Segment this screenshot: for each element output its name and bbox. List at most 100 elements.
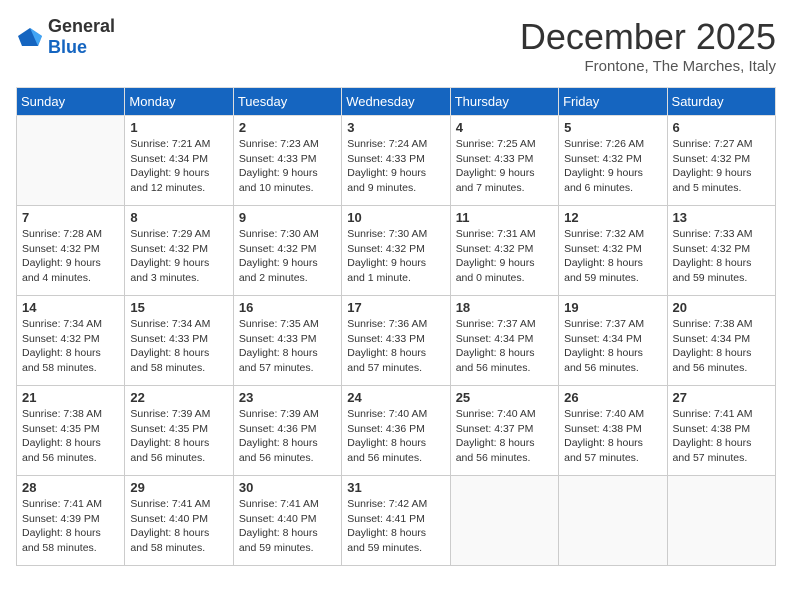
cell-info: Sunrise: 7:33 AMSunset: 4:32 PMDaylight:… xyxy=(673,227,770,286)
cell-info: Sunrise: 7:41 AMSunset: 4:40 PMDaylight:… xyxy=(130,497,227,556)
day-number: 15 xyxy=(130,300,227,315)
day-of-week-header: Saturday xyxy=(667,88,775,116)
day-number: 7 xyxy=(22,210,119,225)
cell-info: Sunrise: 7:41 AMSunset: 4:39 PMDaylight:… xyxy=(22,497,119,556)
title-area: December 2025 Frontone, The Marches, Ita… xyxy=(520,16,776,75)
cell-info: Sunrise: 7:39 AMSunset: 4:36 PMDaylight:… xyxy=(239,407,336,466)
calendar-cell: 31 Sunrise: 7:42 AMSunset: 4:41 PMDayligh… xyxy=(342,476,450,566)
calendar-cell: 23Sunrise: 7:39 AMSunset: 4:36 PMDayligh… xyxy=(233,386,341,476)
day-number: 25 xyxy=(456,390,553,405)
cell-info: Sunrise: 7:38 AMSunset: 4:35 PMDaylight:… xyxy=(22,407,119,466)
day-number: 19 xyxy=(564,300,661,315)
day-number: 10 xyxy=(347,210,444,225)
cell-info: Sunrise: 7:36 AMSunset: 4:33 PMDaylight:… xyxy=(347,317,444,376)
cell-info: Sunrise: 7:23 AMSunset: 4:33 PMDaylight:… xyxy=(239,137,336,196)
logo-general: General xyxy=(48,16,115,36)
calendar-cell: 27 Sunrise: 7:41 AMSunset: 4:38 PMDayligh… xyxy=(667,386,775,476)
cell-info: Sunrise: 7:34 AMSunset: 4:33 PMDaylight:… xyxy=(130,317,227,376)
calendar-cell: 2 Sunrise: 7:23 AMSunset: 4:33 PMDaylight… xyxy=(233,116,341,206)
calendar-cell: 21 Sunrise: 7:38 AMSunset: 4:35 PMDayligh… xyxy=(17,386,125,476)
cell-info: Sunrise: 7:27 AMSunset: 4:32 PMDaylight:… xyxy=(673,137,770,196)
calendar-week-row: 21 Sunrise: 7:38 AMSunset: 4:35 PMDayligh… xyxy=(17,386,776,476)
cell-info: Sunrise: 7:41 AMSunset: 4:40 PMDaylight:… xyxy=(239,497,336,556)
cell-info: Sunrise: 7:24 AMSunset: 4:33 PMDaylight:… xyxy=(347,137,444,196)
day-number: 28 xyxy=(22,480,119,495)
calendar-cell: 5Sunrise: 7:26 AMSunset: 4:32 PMDaylight… xyxy=(559,116,667,206)
location-subtitle: Frontone, The Marches, Italy xyxy=(520,58,776,75)
day-number: 13 xyxy=(673,210,770,225)
cell-info: Sunrise: 7:30 AMSunset: 4:32 PMDaylight:… xyxy=(347,227,444,286)
day-number: 9 xyxy=(239,210,336,225)
cell-info: Sunrise: 7:32 AMSunset: 4:32 PMDaylight:… xyxy=(564,227,661,286)
calendar-cell: 11 Sunrise: 7:31 AMSunset: 4:32 PMDayligh… xyxy=(450,206,558,296)
day-of-week-header: Sunday xyxy=(17,88,125,116)
calendar-cell: 1Sunrise: 7:21 AMSunset: 4:34 PMDaylight… xyxy=(125,116,233,206)
calendar-cell xyxy=(17,116,125,206)
day-number: 2 xyxy=(239,120,336,135)
cell-info: Sunrise: 7:28 AMSunset: 4:32 PMDaylight:… xyxy=(22,227,119,286)
day-number: 22 xyxy=(130,390,227,405)
day-number: 21 xyxy=(22,390,119,405)
calendar-week-row: 14Sunrise: 7:34 AMSunset: 4:32 PMDayligh… xyxy=(17,296,776,386)
cell-info: Sunrise: 7:29 AMSunset: 4:32 PMDaylight:… xyxy=(130,227,227,286)
logo-icon xyxy=(16,26,44,48)
calendar-week-row: 1Sunrise: 7:21 AMSunset: 4:34 PMDaylight… xyxy=(17,116,776,206)
calendar-week-row: 28 Sunrise: 7:41 AMSunset: 4:39 PMDayligh… xyxy=(17,476,776,566)
cell-info: Sunrise: 7:31 AMSunset: 4:32 PMDaylight:… xyxy=(456,227,553,286)
day-number: 8 xyxy=(130,210,227,225)
day-number: 31 xyxy=(347,480,444,495)
calendar-cell: 3Sunrise: 7:24 AMSunset: 4:33 PMDaylight… xyxy=(342,116,450,206)
calendar-cell: 22 Sunrise: 7:39 AMSunset: 4:35 PMDayligh… xyxy=(125,386,233,476)
cell-info: Sunrise: 7:40 AMSunset: 4:38 PMDaylight:… xyxy=(564,407,661,466)
day-number: 6 xyxy=(673,120,770,135)
calendar-week-row: 7 Sunrise: 7:28 AMSunset: 4:32 PMDaylight… xyxy=(17,206,776,296)
logo-blue: Blue xyxy=(48,37,87,57)
cell-info: Sunrise: 7:37 AMSunset: 4:34 PMDaylight:… xyxy=(564,317,661,376)
day-number: 17 xyxy=(347,300,444,315)
cell-info: Sunrise: 7:25 AMSunset: 4:33 PMDaylight:… xyxy=(456,137,553,196)
calendar-header-row: SundayMondayTuesdayWednesdayThursdayFrid… xyxy=(17,88,776,116)
day-of-week-header: Tuesday xyxy=(233,88,341,116)
calendar-cell: 20Sunrise: 7:38 AMSunset: 4:34 PMDayligh… xyxy=(667,296,775,386)
calendar-cell: 8 Sunrise: 7:29 AMSunset: 4:32 PMDaylight… xyxy=(125,206,233,296)
calendar-cell: 16 Sunrise: 7:35 AMSunset: 4:33 PMDayligh… xyxy=(233,296,341,386)
calendar-cell xyxy=(667,476,775,566)
cell-info: Sunrise: 7:39 AMSunset: 4:35 PMDaylight:… xyxy=(130,407,227,466)
month-title: December 2025 xyxy=(520,16,776,58)
calendar-cell: 29 Sunrise: 7:41 AMSunset: 4:40 PMDayligh… xyxy=(125,476,233,566)
calendar-cell: 13 Sunrise: 7:33 AMSunset: 4:32 PMDayligh… xyxy=(667,206,775,296)
calendar-cell: 30Sunrise: 7:41 AMSunset: 4:40 PMDayligh… xyxy=(233,476,341,566)
calendar-cell: 9Sunrise: 7:30 AMSunset: 4:32 PMDaylight… xyxy=(233,206,341,296)
calendar-cell: 17 Sunrise: 7:36 AMSunset: 4:33 PMDayligh… xyxy=(342,296,450,386)
calendar-cell: 14Sunrise: 7:34 AMSunset: 4:32 PMDayligh… xyxy=(17,296,125,386)
day-of-week-header: Thursday xyxy=(450,88,558,116)
day-number: 14 xyxy=(22,300,119,315)
cell-info: Sunrise: 7:35 AMSunset: 4:33 PMDaylight:… xyxy=(239,317,336,376)
calendar-cell: 19 Sunrise: 7:37 AMSunset: 4:34 PMDayligh… xyxy=(559,296,667,386)
calendar-cell: 18 Sunrise: 7:37 AMSunset: 4:34 PMDayligh… xyxy=(450,296,558,386)
day-number: 18 xyxy=(456,300,553,315)
calendar-cell: 7 Sunrise: 7:28 AMSunset: 4:32 PMDaylight… xyxy=(17,206,125,296)
calendar-cell: 6 Sunrise: 7:27 AMSunset: 4:32 PMDaylight… xyxy=(667,116,775,206)
day-number: 11 xyxy=(456,210,553,225)
day-number: 12 xyxy=(564,210,661,225)
cell-info: Sunrise: 7:40 AMSunset: 4:37 PMDaylight:… xyxy=(456,407,553,466)
cell-info: Sunrise: 7:37 AMSunset: 4:34 PMDaylight:… xyxy=(456,317,553,376)
day-number: 29 xyxy=(130,480,227,495)
calendar-cell: 28 Sunrise: 7:41 AMSunset: 4:39 PMDayligh… xyxy=(17,476,125,566)
calendar-cell: 25 Sunrise: 7:40 AMSunset: 4:37 PMDayligh… xyxy=(450,386,558,476)
calendar-cell: 24 Sunrise: 7:40 AMSunset: 4:36 PMDayligh… xyxy=(342,386,450,476)
calendar-cell: 26Sunrise: 7:40 AMSunset: 4:38 PMDayligh… xyxy=(559,386,667,476)
day-number: 4 xyxy=(456,120,553,135)
calendar-table: SundayMondayTuesdayWednesdayThursdayFrid… xyxy=(16,87,776,566)
day-number: 27 xyxy=(673,390,770,405)
day-number: 16 xyxy=(239,300,336,315)
day-of-week-header: Monday xyxy=(125,88,233,116)
cell-info: Sunrise: 7:38 AMSunset: 4:34 PMDaylight:… xyxy=(673,317,770,376)
day-number: 24 xyxy=(347,390,444,405)
cell-info: Sunrise: 7:40 AMSunset: 4:36 PMDaylight:… xyxy=(347,407,444,466)
cell-info: Sunrise: 7:41 AMSunset: 4:38 PMDaylight:… xyxy=(673,407,770,466)
day-number: 5 xyxy=(564,120,661,135)
calendar-cell: 4 Sunrise: 7:25 AMSunset: 4:33 PMDaylight… xyxy=(450,116,558,206)
cell-info: Sunrise: 7:42 AMSunset: 4:41 PMDaylight:… xyxy=(347,497,444,556)
